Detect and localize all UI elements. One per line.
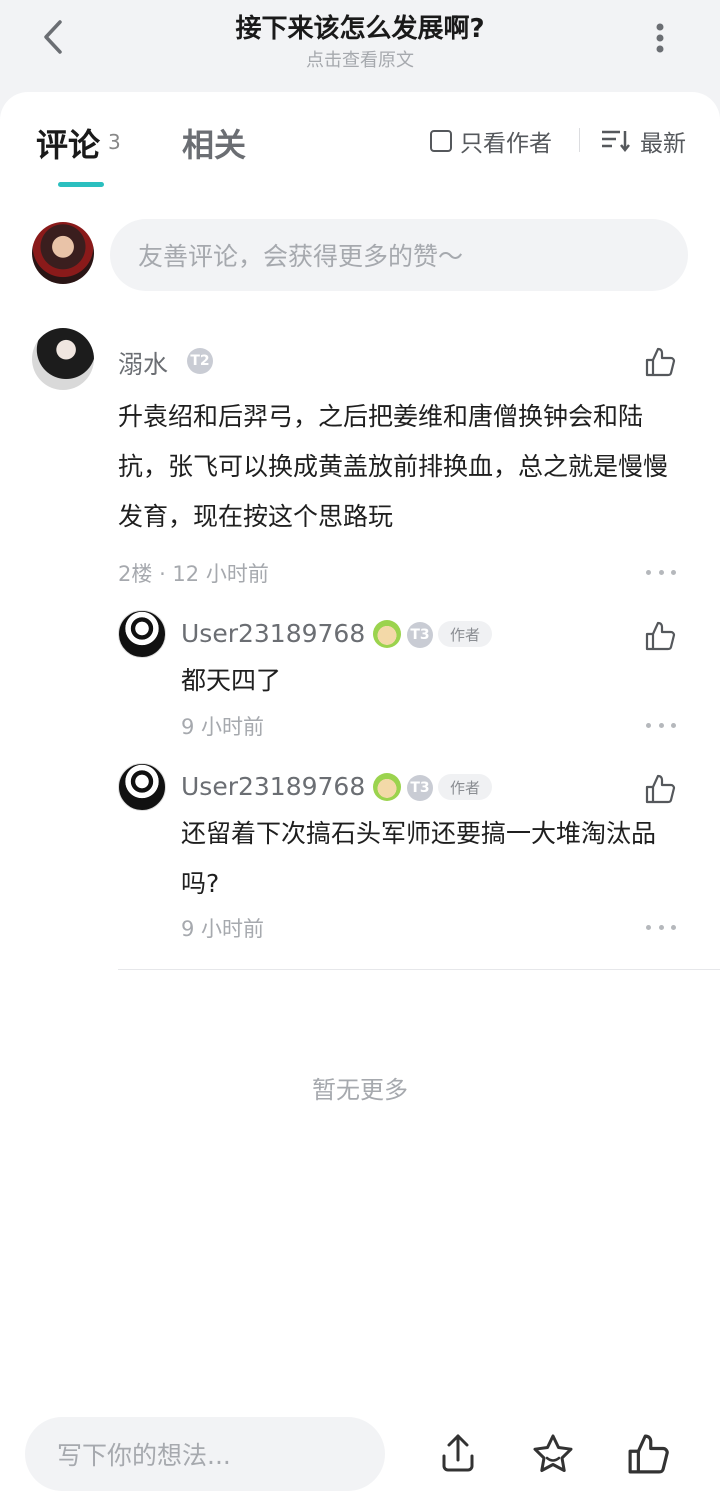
- no-more-text: 暂无更多: [312, 1076, 408, 1104]
- comment-input[interactable]: 友善评论，会获得更多的赞～: [110, 219, 688, 291]
- favorite-button[interactable]: [530, 1431, 576, 1477]
- author-tag: 作者: [438, 774, 493, 800]
- active-tab-indicator: [58, 182, 104, 187]
- only-author-label: 只看作者: [460, 131, 552, 157]
- emoji-badge-icon: [373, 773, 401, 801]
- reply-avatar[interactable]: [118, 763, 166, 811]
- reply-time: 9 小时前: [181, 715, 265, 739]
- checkbox-icon: [430, 130, 452, 152]
- tab-comments[interactable]: 评论: [36, 120, 100, 166]
- author-tag: 作者: [438, 621, 493, 647]
- share-button[interactable]: [435, 1431, 481, 1477]
- sort-lines-icon: [602, 130, 630, 153]
- write-thought-input[interactable]: 写下你的想法...: [25, 1417, 385, 1491]
- comment-time: 12 小时前: [172, 562, 269, 586]
- more-vertical-icon: [656, 23, 664, 53]
- comment-text: 升袁绍和后羿弓，之后把姜维和唐僧换钟会和陆抗，张飞可以换成黄盖放前排换血，总之就…: [118, 402, 669, 531]
- level-badge: T3: [407, 622, 433, 648]
- my-avatar: [32, 222, 94, 284]
- sort-button[interactable]: 最新: [600, 124, 686, 158]
- star-icon: [533, 1434, 573, 1472]
- comment-more-button[interactable]: [646, 567, 676, 577]
- like-post-button[interactable]: [625, 1431, 671, 1477]
- thumbs-up-icon: [645, 774, 676, 804]
- reply-more-button[interactable]: [646, 720, 676, 730]
- commenter-name[interactable]: 溺水: [118, 345, 168, 381]
- reply-user-name[interactable]: User23189768: [181, 619, 365, 648]
- page-title: 接下来该怎么发展啊?: [235, 14, 485, 44]
- only-author-toggle[interactable]: 只看作者: [430, 124, 552, 158]
- like-button[interactable]: [642, 771, 678, 807]
- top-bar: 接下来该怎么发展啊? 点击查看原文: [0, 0, 720, 96]
- thumbs-up-icon: [628, 1434, 669, 1474]
- comment-meta: 2楼 · 12 小时前: [118, 558, 269, 588]
- share-upload-icon: [442, 1434, 474, 1472]
- emoji-badge-icon: [373, 620, 401, 648]
- reply-time: 9 小时前: [181, 917, 265, 941]
- divider: [579, 128, 580, 152]
- level-badge: T3: [407, 775, 433, 801]
- reply-more-button[interactable]: [646, 922, 676, 932]
- like-button[interactable]: [642, 618, 678, 654]
- divider: [118, 969, 720, 970]
- floor-number: 2楼: [118, 562, 153, 586]
- comments-count: 3: [108, 130, 121, 154]
- reply-user-name[interactable]: User23189768: [181, 772, 365, 801]
- meta-separator: ·: [159, 562, 173, 586]
- bottom-bar: 写下你的想法...: [0, 1397, 720, 1511]
- tab-related[interactable]: 相关: [182, 120, 246, 166]
- sort-label: 最新: [640, 131, 686, 157]
- view-original-link[interactable]: 点击查看原文: [0, 46, 720, 72]
- comments-sheet: 评论 3 相关 只看作者 最新 友善评论，会获得更多的赞～ 溺水 T2 升袁绍和…: [0, 92, 720, 1397]
- reply-avatar[interactable]: [118, 610, 166, 658]
- commenter-avatar[interactable]: [32, 328, 94, 390]
- reply-text: 都天四了: [181, 666, 282, 695]
- more-options-button[interactable]: [640, 18, 680, 58]
- thumbs-up-icon: [645, 621, 676, 651]
- level-badge: T2: [187, 348, 213, 374]
- reply-text: 还留着下次搞石头军师还要搞一大堆淘汰品吗?: [181, 819, 657, 898]
- like-button[interactable]: [642, 344, 678, 380]
- thumbs-up-icon: [645, 347, 676, 377]
